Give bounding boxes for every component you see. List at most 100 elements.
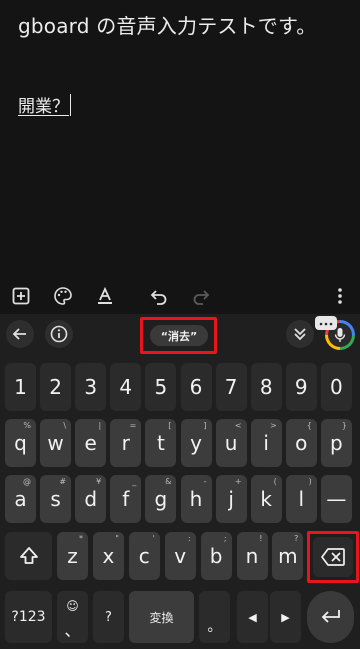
text-caret xyxy=(70,94,71,116)
letter-key[interactable]: (k xyxy=(250,475,282,523)
key-label: t xyxy=(156,431,165,455)
letter-key[interactable]: > i xyxy=(250,419,282,467)
shift-key[interactable] xyxy=(5,532,52,580)
redo-icon[interactable] xyxy=(189,284,213,308)
number-key[interactable]: 7 xyxy=(215,363,247,411)
letter-key[interactable]: * z xyxy=(57,532,88,580)
letter-key[interactable]: # s xyxy=(40,475,72,523)
number-key[interactable]: 6 xyxy=(180,363,212,411)
key-hint: _ xyxy=(132,477,137,486)
letter-key[interactable]: — xyxy=(320,475,352,523)
letter-key[interactable]: ' c xyxy=(128,532,160,580)
letter-key[interactable]: @ a xyxy=(5,475,36,523)
key-label: 5 xyxy=(154,375,168,399)
key-hint: ! xyxy=(259,534,263,543)
letter-key[interactable]: ? m xyxy=(272,532,304,580)
key-label: m xyxy=(278,544,298,568)
letter-key[interactable]: ; b xyxy=(200,532,232,580)
number-key[interactable]: 2 xyxy=(40,363,72,411)
key-label: 9 xyxy=(294,375,308,399)
key-label: c xyxy=(138,544,150,568)
letter-key[interactable]: | e xyxy=(75,419,107,467)
key-label: g xyxy=(154,487,168,511)
number-key[interactable]: 3 xyxy=(75,363,107,411)
key-hint: = xyxy=(129,421,137,430)
key-hint: [ xyxy=(168,421,172,430)
letter-key[interactable]: ) l xyxy=(285,475,317,523)
editor-toolbar xyxy=(0,278,360,314)
number-key[interactable]: 8 xyxy=(250,363,282,411)
letter-key[interactable]: } p xyxy=(320,419,352,467)
key-label: x xyxy=(102,544,115,568)
key-label: e xyxy=(84,431,97,455)
key-label: 4 xyxy=(119,375,133,399)
letter-key[interactable]: & g xyxy=(145,475,177,523)
key-hint: | xyxy=(98,421,102,430)
emoji-key[interactable]: ☺ 、 xyxy=(57,591,88,643)
key-hint: & xyxy=(165,477,172,486)
period-key[interactable]: 。 xyxy=(199,591,230,643)
key-hint: + xyxy=(234,477,242,486)
composing-text[interactable]: 開業？ xyxy=(18,92,71,117)
key-label: a xyxy=(14,487,27,511)
number-key[interactable]: 5 xyxy=(145,363,177,411)
key-label: 1 xyxy=(14,375,27,399)
number-key[interactable]: 0 xyxy=(320,363,352,411)
letter-key[interactable]: + j xyxy=(215,475,247,523)
key-hint: { xyxy=(306,421,312,430)
key-hint: ] xyxy=(203,421,207,430)
enter-key[interactable] xyxy=(307,591,354,643)
text-editor[interactable]: gboard の音声入力テストです。 開業？ xyxy=(0,0,360,278)
number-key[interactable]: 1 xyxy=(5,363,36,411)
key-label: w xyxy=(47,431,64,455)
letter-key[interactable]: " x xyxy=(92,532,124,580)
key-label: 6 xyxy=(189,375,203,399)
undo-icon[interactable] xyxy=(147,284,171,308)
letter-key[interactable]: ¥ d xyxy=(75,475,107,523)
emoji-icon: ☺ xyxy=(66,599,79,613)
suggestion-chip[interactable]: “消去” xyxy=(150,325,208,346)
key-hint: < xyxy=(234,421,242,430)
keyboard-toolbar: “消去” xyxy=(0,314,360,354)
letter-key[interactable]: < u xyxy=(215,419,247,467)
key-hint: * xyxy=(79,534,83,543)
key-hint: " xyxy=(115,534,119,543)
comma-label: 、 xyxy=(64,621,81,640)
key-label: z xyxy=(67,544,78,568)
info-icon[interactable] xyxy=(45,320,73,348)
symbols-key[interactable]: ?123 xyxy=(5,591,52,643)
letter-key[interactable]: :v xyxy=(164,532,196,580)
key-hint: ) xyxy=(308,477,312,486)
palette-icon[interactable] xyxy=(51,284,75,308)
number-key[interactable]: 4 xyxy=(110,363,142,411)
key-label: s xyxy=(50,487,61,511)
letter-key[interactable]: _ f xyxy=(110,475,142,523)
letter-key[interactable]: {o xyxy=(285,419,317,467)
add-box-icon[interactable] xyxy=(9,284,33,308)
key-label: i xyxy=(263,431,269,455)
key-label: q xyxy=(14,431,27,455)
more-vert-icon[interactable] xyxy=(328,284,352,308)
letter-key[interactable]: \ w xyxy=(40,419,72,467)
letter-key[interactable]: [t xyxy=(145,419,177,467)
question-key[interactable]: ? xyxy=(93,591,124,643)
key-label: k xyxy=(260,487,272,511)
mic-bubble xyxy=(315,316,337,330)
convert-key[interactable]: 変換 xyxy=(129,591,194,643)
text-format-icon[interactable] xyxy=(93,284,117,308)
letter-key[interactable]: = r xyxy=(110,419,142,467)
cursor-left-key[interactable]: ◀ xyxy=(237,591,268,643)
letter-key[interactable]: ! n xyxy=(236,532,268,580)
letter-key[interactable]: -h xyxy=(180,475,212,523)
key-label: 0 xyxy=(330,375,343,399)
number-key[interactable]: 9 xyxy=(285,363,317,411)
back-arrow-icon[interactable] xyxy=(6,320,34,348)
key-hint: ¥ xyxy=(96,477,102,486)
letter-key[interactable]: ] y xyxy=(180,419,212,467)
collapse-icon[interactable] xyxy=(286,320,314,348)
key-hint: ? xyxy=(294,534,299,543)
key-hint: : xyxy=(187,534,191,543)
key-label: 2 xyxy=(49,375,62,399)
cursor-right-key[interactable]: ▶ xyxy=(270,591,301,643)
letter-key[interactable]: % q xyxy=(5,419,36,467)
